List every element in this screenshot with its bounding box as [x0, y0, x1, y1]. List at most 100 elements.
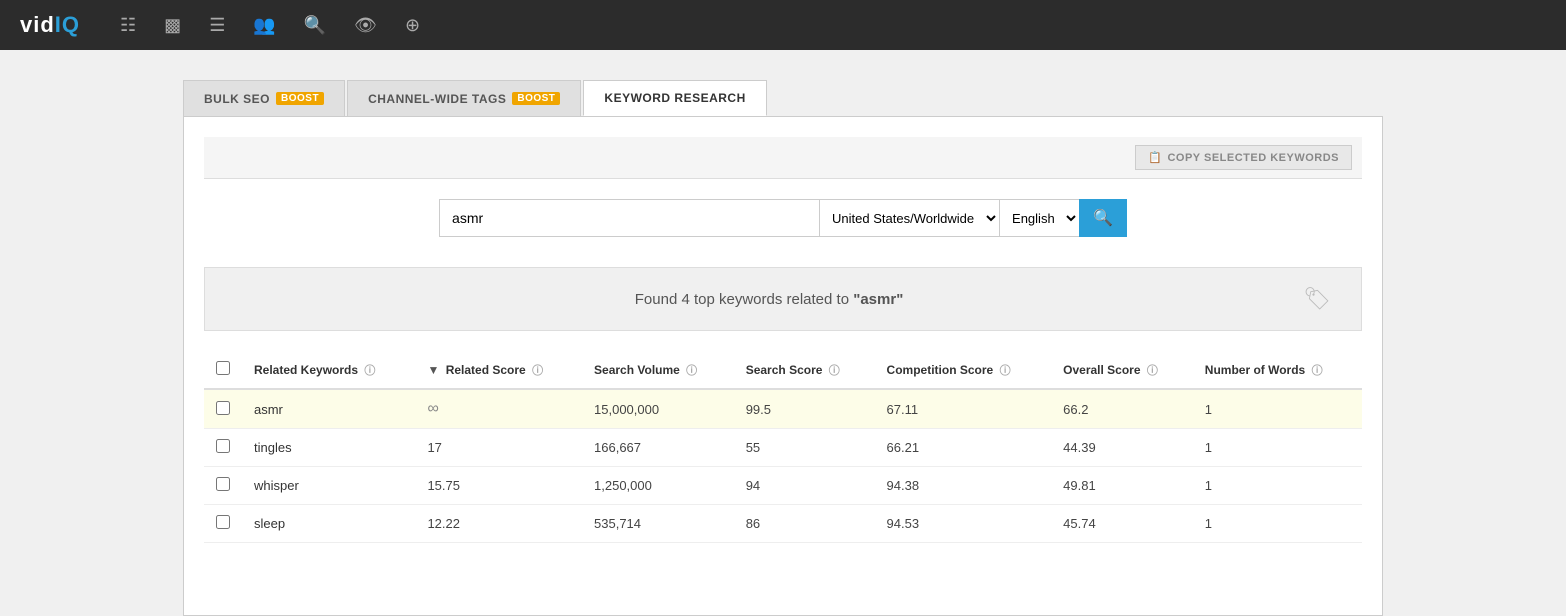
overall-score-value: 49.81	[1063, 478, 1096, 493]
list-icon[interactable]: ☰	[209, 15, 225, 36]
bar-chart-icon[interactable]: ☷	[120, 15, 136, 36]
row-num-words: 1	[1193, 429, 1362, 467]
related-score-value: ∞	[427, 401, 438, 416]
th-competition-score: Competition Score ⓘ	[875, 351, 1052, 389]
num-words-help-icon[interactable]: ⓘ	[1312, 365, 1323, 377]
th-keyword-label: Related Keywords	[254, 363, 358, 377]
competition-score-help-icon[interactable]: ⓘ	[1000, 365, 1011, 377]
search-area: United States/Worldwide English 🔍	[204, 199, 1362, 237]
row-search-score: 99.5	[734, 389, 875, 429]
language-select[interactable]: English	[999, 199, 1079, 237]
th-num-words: Number of Words ⓘ	[1193, 351, 1362, 389]
row-checkbox[interactable]	[216, 515, 230, 529]
search-score-value: 99.5	[746, 402, 771, 417]
related-score-value: 15.75	[427, 478, 460, 493]
row-search-volume: 166,667	[582, 429, 734, 467]
num-words-value: 1	[1205, 402, 1212, 417]
row-overall-score: 66.2	[1051, 389, 1193, 429]
row-checkbox-cell	[204, 389, 242, 429]
main-content: BULK SEO BOOST CHANNEL-WIDE TAGS BOOST K…	[183, 50, 1383, 616]
overall-score-help-icon[interactable]: ⓘ	[1147, 365, 1158, 377]
table-row: sleep 12.22 535,714 86 94.53 45.74 1	[204, 505, 1362, 543]
overall-score-value: 44.39	[1063, 440, 1096, 455]
related-score-help-icon[interactable]: ⓘ	[532, 365, 543, 377]
th-search-score: Search Score ⓘ	[734, 351, 875, 389]
tab-keyword-research[interactable]: KEYWORD RESEARCH	[583, 80, 766, 116]
search-score-value: 94	[746, 478, 760, 493]
row-keyword: sleep	[242, 505, 415, 543]
keyword-help-icon[interactable]: ⓘ	[364, 365, 375, 377]
table-row: whisper 15.75 1,250,000 94 94.38 49.81 1	[204, 467, 1362, 505]
region-select[interactable]: United States/Worldwide	[819, 199, 999, 237]
row-overall-score: 49.81	[1051, 467, 1193, 505]
num-words-value: 1	[1205, 440, 1212, 455]
select-all-checkbox[interactable]	[216, 361, 230, 375]
row-competition-score: 94.38	[875, 467, 1052, 505]
table-header-row: Related Keywords ⓘ ▼ Related Score ⓘ Sea…	[204, 351, 1362, 389]
th-num-words-label: Number of Words	[1205, 363, 1305, 377]
search-volume-help-icon[interactable]: ⓘ	[686, 365, 697, 377]
th-search-score-label: Search Score	[746, 363, 823, 377]
row-search-volume: 1,250,000	[582, 467, 734, 505]
keyword-search-input[interactable]	[439, 199, 819, 237]
action-bar: 📋 COPY SELECTED KEYWORDS	[204, 137, 1362, 179]
users-icon[interactable]: 👥	[253, 15, 275, 36]
competition-score-value: 67.11	[887, 402, 919, 417]
num-words-value: 1	[1205, 516, 1212, 531]
th-search-volume: Search Volume ⓘ	[582, 351, 734, 389]
row-search-volume: 535,714	[582, 505, 734, 543]
nav-icons-container: ☷ ▩ ☰ 👥 🔍 👁 ⊕	[120, 15, 420, 36]
th-competition-score-label: Competition Score	[887, 363, 994, 377]
sort-arrow-icon: ▼	[427, 363, 439, 377]
row-num-words: 1	[1193, 505, 1362, 543]
tab-channel-wide-tags-badge: BOOST	[512, 92, 560, 105]
copy-icon: 📋	[1148, 151, 1162, 164]
search-score-help-icon[interactable]: ⓘ	[829, 365, 840, 377]
tab-content-keyword-research: 📋 COPY SELECTED KEYWORDS United States/W…	[183, 116, 1383, 616]
row-checkbox[interactable]	[216, 401, 230, 415]
competition-score-value: 94.38	[887, 478, 920, 493]
eye-icon[interactable]: 👁	[354, 15, 377, 36]
search-nav-icon[interactable]: 🔍	[304, 15, 326, 36]
related-score-value: 17	[427, 440, 441, 455]
copy-selected-keywords-button[interactable]: 📋 COPY SELECTED KEYWORDS	[1135, 145, 1352, 170]
results-banner-text: Found 4 top keywords related to "asmr"	[635, 291, 904, 308]
search-button[interactable]: 🔍	[1079, 199, 1127, 237]
overall-score-value: 45.74	[1063, 516, 1096, 531]
related-score-value: 12.22	[427, 516, 460, 531]
th-related-score-label: Related Score	[446, 363, 526, 377]
th-related-score[interactable]: ▼ Related Score ⓘ	[415, 351, 582, 389]
keyword-name: whisper	[254, 478, 299, 493]
plus-icon[interactable]: ⊕	[405, 15, 420, 36]
tab-bulk-seo-badge: BOOST	[276, 92, 324, 105]
row-checkbox-cell	[204, 467, 242, 505]
table-row: tingles 17 166,667 55 66.21 44.39 1	[204, 429, 1362, 467]
competition-score-value: 66.21	[887, 440, 920, 455]
row-search-score: 55	[734, 429, 875, 467]
results-banner: Found 4 top keywords related to "asmr" 🏷	[204, 267, 1362, 331]
tab-keyword-research-label: KEYWORD RESEARCH	[604, 91, 745, 105]
tag-icon: 🏷	[1303, 286, 1331, 312]
search-volume-value: 166,667	[594, 440, 641, 455]
th-overall-score-label: Overall Score	[1063, 363, 1140, 377]
row-related-score: 15.75	[415, 467, 582, 505]
tab-bulk-seo[interactable]: BULK SEO BOOST	[183, 80, 345, 116]
search-volume-value: 535,714	[594, 516, 641, 531]
video-icon[interactable]: ▩	[164, 15, 181, 36]
top-navigation: vidIQ ☷ ▩ ☰ 👥 🔍 👁 ⊕	[0, 0, 1566, 50]
search-volume-value: 15,000,000	[594, 402, 659, 417]
row-keyword: whisper	[242, 467, 415, 505]
row-competition-score: 94.53	[875, 505, 1052, 543]
th-overall-score: Overall Score ⓘ	[1051, 351, 1193, 389]
copy-keywords-label: COPY SELECTED KEYWORDS	[1167, 152, 1339, 164]
row-search-score: 86	[734, 505, 875, 543]
logo-vid: vid	[20, 12, 55, 37]
row-checkbox[interactable]	[216, 439, 230, 453]
search-score-value: 55	[746, 440, 760, 455]
keywords-table: Related Keywords ⓘ ▼ Related Score ⓘ Sea…	[204, 351, 1362, 543]
tab-channel-wide-tags[interactable]: CHANNEL-WIDE TAGS BOOST	[347, 80, 581, 116]
row-checkbox[interactable]	[216, 477, 230, 491]
row-competition-score: 66.21	[875, 429, 1052, 467]
row-related-score: 17	[415, 429, 582, 467]
th-checkbox	[204, 351, 242, 389]
